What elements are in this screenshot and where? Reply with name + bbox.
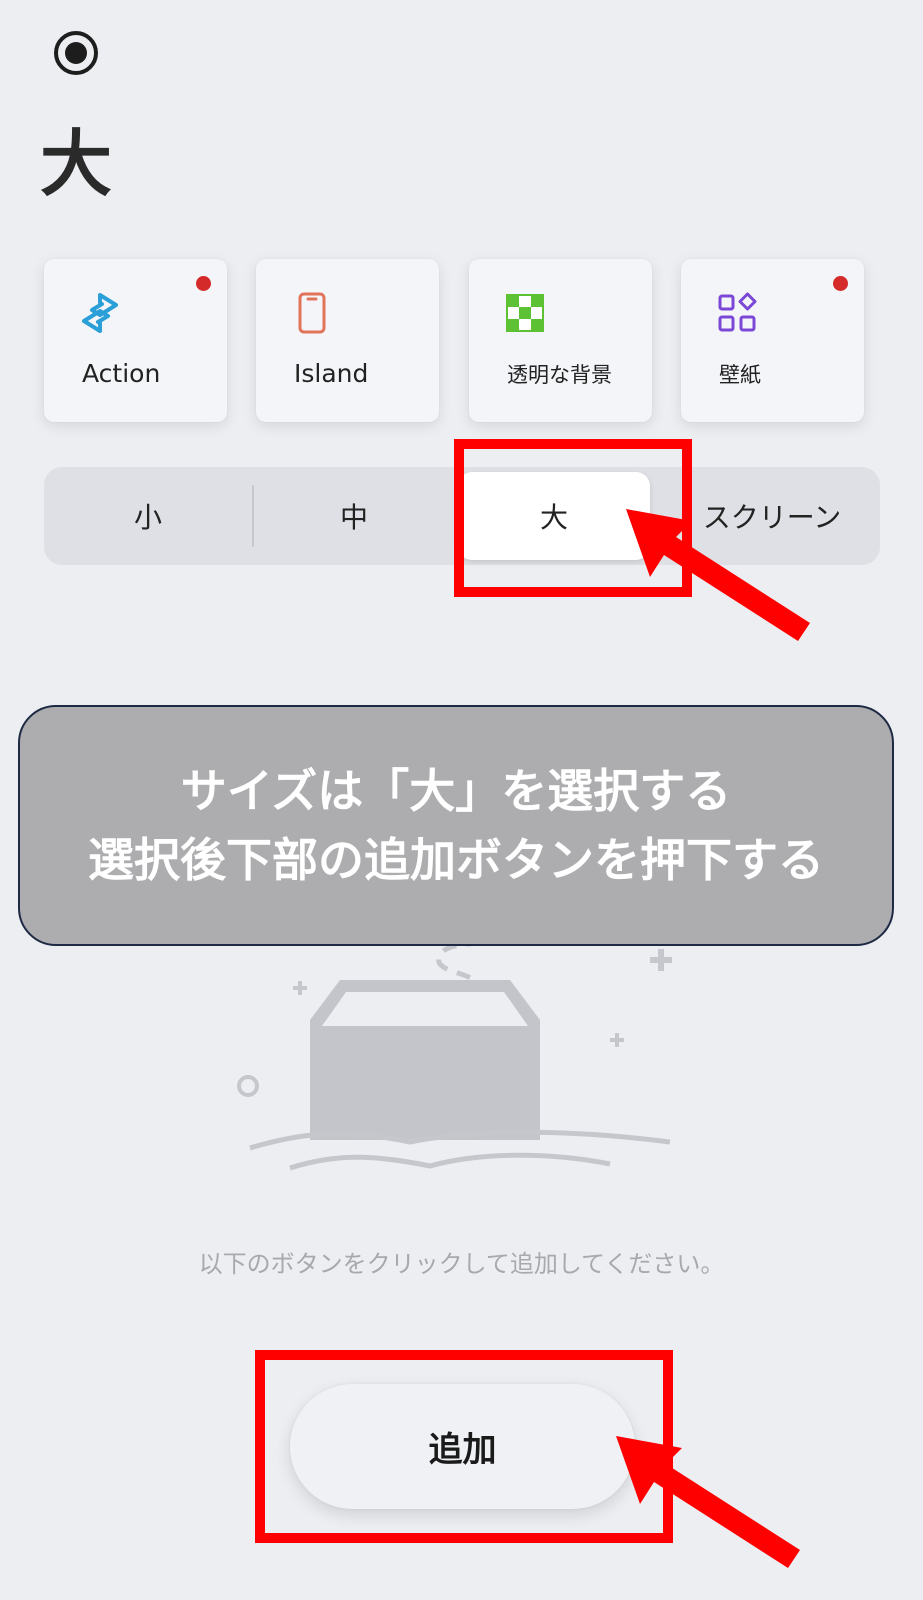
card-label: 透明な背景 [507,363,612,387]
card-transparent-background[interactable]: 透明な背景 [469,259,652,422]
empty-state-message: 以下のボタンをクリックして追加してください。 [198,1250,725,1278]
card-wallpaper[interactable]: 壁紙 [681,259,864,422]
page-title: 大 [40,122,113,206]
size-option-medium[interactable]: 中 [254,467,454,565]
radio-selected-icon[interactable] [54,31,98,75]
checker-icon [503,291,547,335]
phone-icon [290,291,334,335]
widget-category-cards: Action Island 透明な背景 壁紙 [44,259,880,422]
action-link-icon [78,291,122,335]
card-island[interactable]: Island [256,259,439,422]
card-label: 壁紙 [719,363,761,387]
callout-line-1: サイズは「大」を選択する [180,763,732,818]
pointer-arrow-icon [616,1436,800,1568]
card-label: Action [82,359,161,388]
notification-badge [833,276,848,291]
pointer-arrow-icon [626,509,810,641]
card-label: Island [294,359,369,388]
callout-line-2: 選択後下部の追加ボタンを押下する [88,832,824,887]
size-option-small[interactable]: 小 [44,467,252,565]
notification-badge [196,276,211,291]
card-action[interactable]: Action [44,259,227,422]
instruction-callout: サイズは「大」を選択する 選択後下部の追加ボタンを押下する [18,705,894,946]
widgets-grid-icon [715,291,759,335]
